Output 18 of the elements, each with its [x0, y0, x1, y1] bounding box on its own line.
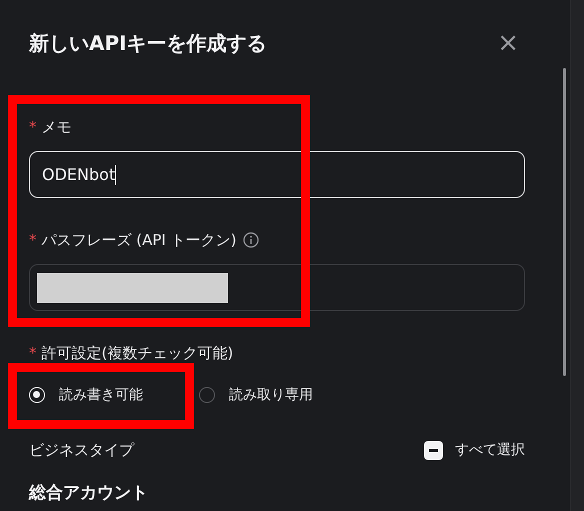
close-button[interactable]: ×: [491, 30, 525, 56]
field-label: メモ: [42, 118, 72, 136]
select-all-label[interactable]: すべて選択: [455, 441, 525, 459]
required-asterisk: *: [29, 118, 36, 136]
input-field[interactable]: [29, 264, 525, 311]
dialog-title: 新しいAPIキーを作成する: [29, 30, 267, 56]
required-asterisk: *: [29, 231, 36, 249]
required-asterisk: *: [29, 344, 36, 362]
field-label: 許可設定(複数チェック可能): [42, 344, 234, 362]
checkbox[interactable]: [424, 440, 443, 460]
input-field[interactable]: ODENbot: [29, 151, 525, 198]
business-type-label: ビジネスタイプ: [29, 440, 134, 460]
field-label: パスフレーズ (API トークン): [42, 230, 236, 250]
radio-label[interactable]: 読み取り専用: [229, 386, 313, 404]
section-heading: 総合アカウント: [29, 482, 149, 504]
radio-button[interactable]: [199, 387, 215, 403]
radio-label[interactable]: 読み書き可能: [59, 386, 143, 404]
info-icon[interactable]: [243, 232, 260, 248]
